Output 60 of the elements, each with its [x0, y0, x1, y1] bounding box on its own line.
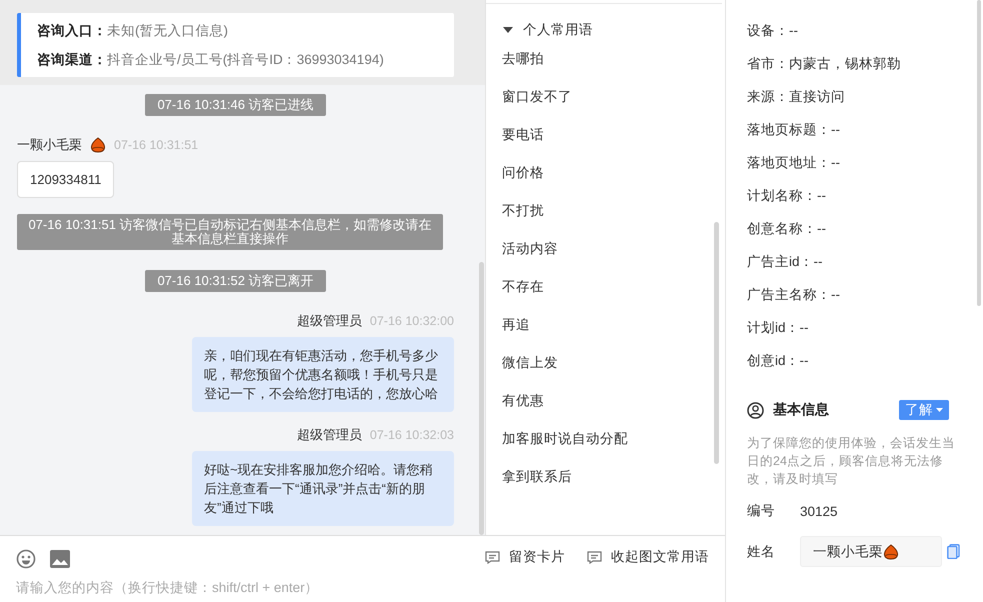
visit-info-line: 广告主名称：-- [747, 286, 841, 304]
phrase-item[interactable]: 问价格 [486, 155, 725, 193]
toolbar-button[interactable]: 留资卡片 [485, 548, 565, 566]
agent-message: 好哒~现在安排客服加您介绍哈。请您稍后注意查看一下“通讯录”并点击“新的朋友”通过下哦 [192, 451, 454, 526]
phrase-item[interactable]: 微信上发 [486, 345, 725, 383]
system-notice: 07-16 10:31:51 访客微信号已自动标记右侧基本信息栏，如需修改请在基本信息栏直接操作 [17, 214, 443, 250]
sender-name: 一颗小毛栗 [17, 136, 82, 154]
image-icon[interactable] [50, 550, 70, 568]
system-notice: 07-16 10:31:46 访客已进线 [145, 94, 326, 116]
field-label: 姓名 [747, 542, 776, 560]
visit-info-line: 来源：直接访问 [747, 88, 846, 106]
visit-info-line: 计划名称：-- [747, 187, 827, 205]
chestnut-icon [90, 137, 106, 153]
visit-info-line: 设备：-- [747, 22, 799, 40]
visit-info-line: 落地页标题：-- [747, 121, 841, 139]
scrollbar[interactable] [479, 262, 484, 535]
section-title: 基本信息 [773, 401, 830, 419]
phrase-group-title[interactable]: 个人常用语 [523, 21, 593, 39]
message-card-icon [587, 550, 602, 564]
visit-info-line: 省市：内蒙古，锡林郭勒 [747, 55, 902, 73]
consult-info-line: 咨询渠道：抖音企业号/员工号(抖音号ID：36993034194) [37, 51, 385, 69]
chestnut-icon [883, 544, 899, 560]
visit-info-line: 落地页地址：-- [747, 154, 841, 172]
message-time: 07-16 10:32:00 [370, 314, 454, 328]
toolbar-button[interactable]: 收起图文常用语 [587, 548, 709, 566]
visit-info-line: 创意名称：-- [747, 220, 827, 238]
message-input[interactable]: 请输入您的内容（换行快捷键：shift/ctrl + enter） [0, 572, 725, 602]
sender-name: 超级管理员 [296, 312, 362, 330]
scrollbar[interactable] [977, 0, 981, 306]
phrase-item[interactable]: 不存在 [486, 269, 725, 307]
phrase-item[interactable]: 窗口发不了 [486, 79, 725, 117]
phrase-item[interactable]: 要电话 [486, 117, 725, 155]
message-time: 07-16 10:31:51 [114, 138, 198, 152]
consult-info-line: 咨询入口：未知(暂无入口信息) [37, 22, 229, 40]
name-field[interactable]: 一颗小毛栗 [800, 536, 942, 567]
phrase-item[interactable]: 再追 [486, 307, 725, 345]
visit-info-line: 创意id：-- [747, 352, 810, 370]
message-time: 07-16 10:32:03 [370, 428, 454, 442]
phrase-item[interactable]: 不打扰 [486, 193, 725, 231]
phrase-item[interactable]: 拿到联系后 [486, 459, 725, 497]
phrase-item[interactable]: 活动内容 [486, 231, 725, 269]
caret-icon [936, 408, 943, 412]
message-card-icon [485, 550, 500, 564]
field-label: 编号 [747, 502, 776, 520]
caret-icon[interactable] [503, 26, 513, 34]
info-note: 为了保障您的使用体验，会话发生当日的24点之后，顾客信息将无法修改，请及时填写 [747, 435, 956, 488]
visit-info-line: 计划id：-- [747, 319, 810, 337]
scrollbar[interactable] [714, 222, 719, 464]
phrase-item[interactable]: 有优惠 [486, 383, 725, 421]
phrase-item[interactable]: 加客服时说自动分配 [486, 421, 725, 459]
copy-icon[interactable] [947, 544, 960, 559]
visitor-message: 1209334811 [17, 161, 114, 198]
system-notice: 07-16 10:31:52 访客已离开 [145, 270, 326, 292]
field-value: 30125 [800, 504, 838, 518]
sender-name: 超级管理员 [296, 426, 362, 444]
user-icon [747, 402, 764, 418]
phrase-item[interactable]: 去哪拍 [486, 41, 725, 79]
visit-info-line: 广告主id：-- [747, 253, 824, 271]
agent-message: 亲，咱们现在有钜惠活动，您手机号多少呢，帮您预留个优惠名额哦！手机号只是登记一下，不会给您打电话的，您放心哈 [192, 337, 454, 412]
emoji-icon[interactable] [16, 549, 36, 569]
